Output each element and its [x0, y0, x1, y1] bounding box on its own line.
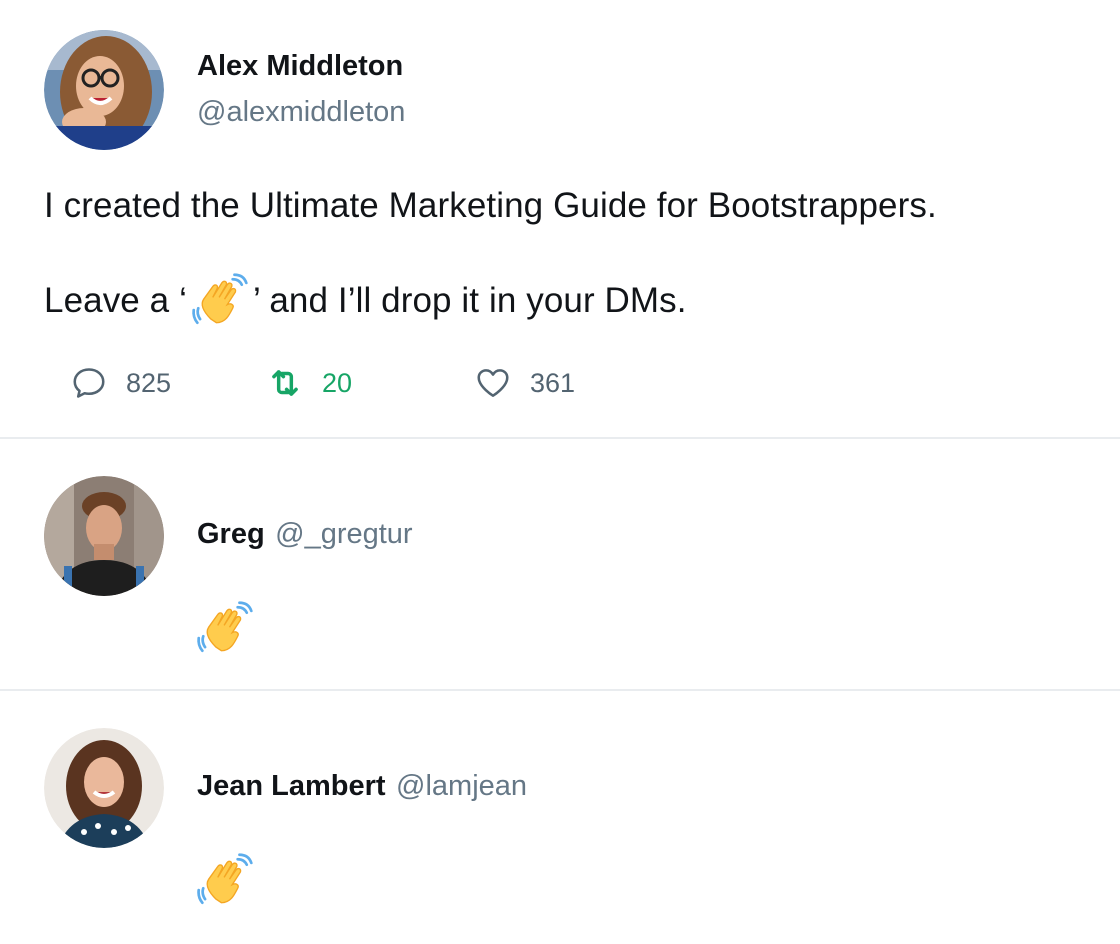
waving-hand-emoji-icon	[196, 852, 254, 910]
retweet-icon	[272, 370, 298, 396]
reply-author-name[interactable]: Greg	[197, 518, 265, 550]
tweet-thread: Alex Middleton @alexmiddleton I created …	[0, 0, 1120, 944]
like-count: 361	[530, 367, 576, 398]
divider	[0, 689, 1120, 691]
author-handle[interactable]: @alexmiddleton	[197, 96, 405, 129]
reply-avatar[interactable]	[44, 728, 164, 848]
tweet-text-line2: Leave a ‘ ’ and I’ll drop it in your DMs…	[44, 272, 687, 330]
author-name[interactable]: Alex Middleton	[197, 50, 403, 83]
like-button[interactable]: 361	[474, 364, 575, 402]
waving-hand-emoji-icon	[196, 600, 254, 658]
speech-bubble-icon	[73, 368, 105, 398]
waving-hand-emoji-icon	[191, 272, 249, 330]
retweet-button[interactable]: 20	[266, 364, 352, 402]
tweet-text-line1: I created the Ultimate Marketing Guide f…	[44, 186, 937, 225]
heart-icon	[477, 369, 509, 397]
reply-author-handle[interactable]: @lamjean	[396, 770, 527, 802]
reply-header: Jean Lambert @lamjean	[197, 770, 527, 803]
tweet-text-after: ’ and I’ll drop it in your DMs.	[252, 281, 687, 320]
reply-button[interactable]: 825	[70, 364, 171, 402]
retweet-count: 20	[322, 367, 353, 398]
reply-count: 825	[126, 367, 172, 398]
divider	[0, 437, 1120, 439]
author-avatar[interactable]	[44, 30, 164, 150]
reply-author-name[interactable]: Jean Lambert	[197, 770, 386, 802]
tweet-text-before: Leave a ‘	[44, 281, 187, 320]
reply-author-handle[interactable]: @_gregtur	[275, 518, 412, 550]
reply-avatar[interactable]	[44, 476, 164, 596]
reply-header: Greg @_gregtur	[197, 518, 413, 551]
